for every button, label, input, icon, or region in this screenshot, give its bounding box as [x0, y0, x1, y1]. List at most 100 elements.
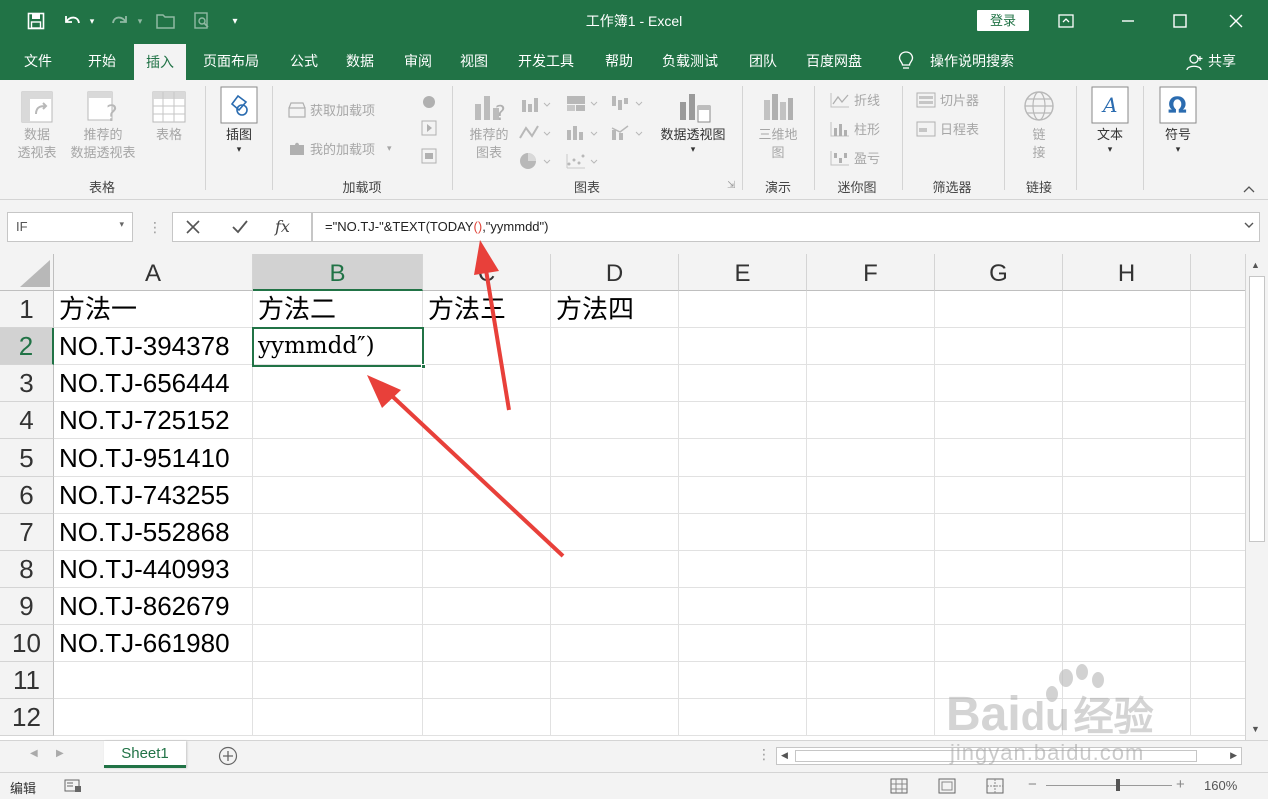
cell-b9[interactable] — [253, 588, 423, 625]
cell-c12[interactable] — [423, 699, 551, 736]
cell-b7[interactable] — [253, 514, 423, 551]
cell-f3[interactable] — [807, 365, 935, 402]
cell-e1[interactable] — [679, 291, 807, 328]
column-header-i[interactable] — [1191, 254, 1245, 291]
cell-i3[interactable] — [1191, 365, 1245, 402]
cell-a12[interactable] — [54, 699, 253, 736]
column-header-c[interactable]: C — [423, 254, 551, 291]
sparkline-column-button[interactable]: 柱形 — [830, 119, 880, 138]
cell-i9[interactable] — [1191, 588, 1245, 625]
vertical-scroll-thumb[interactable] — [1249, 276, 1265, 542]
cell-g11[interactable] — [935, 662, 1063, 699]
cell-e2[interactable] — [679, 328, 807, 365]
cell-d6[interactable] — [551, 477, 679, 514]
cell-b4[interactable] — [253, 402, 423, 439]
cell-a3[interactable]: NO.TJ-656444 — [54, 365, 253, 402]
name-box[interactable]: IF ▾ — [7, 212, 133, 242]
row-header-9[interactable]: 9 — [0, 588, 54, 625]
scatter-chart-icon[interactable] — [565, 152, 599, 173]
horizontal-scroll-thumb[interactable] — [795, 750, 1197, 762]
cell-c9[interactable] — [423, 588, 551, 625]
redo-dropdown-icon[interactable]: ▾ — [134, 8, 146, 34]
visio-icon[interactable] — [420, 148, 438, 167]
cell-a2[interactable]: NO.TJ-394378 — [54, 328, 253, 365]
cell-e11[interactable] — [679, 662, 807, 699]
insert-function-icon[interactable]: fx — [275, 217, 290, 236]
vertical-scrollbar[interactable]: ▲ ▼ — [1245, 254, 1268, 740]
cell-a11[interactable] — [54, 662, 253, 699]
zoom-slider-thumb[interactable] — [1116, 779, 1120, 791]
redo-icon[interactable] — [108, 8, 132, 34]
cell-e5[interactable] — [679, 439, 807, 477]
cell-c4[interactable] — [423, 402, 551, 439]
cell-g8[interactable] — [935, 551, 1063, 588]
zoom-in-icon[interactable]: + — [1176, 776, 1185, 793]
tab-developer[interactable]: 开发工具 — [518, 42, 574, 80]
column-header-f[interactable]: F — [807, 254, 935, 291]
cancel-formula-icon[interactable] — [185, 219, 201, 238]
cell-g6[interactable] — [935, 477, 1063, 514]
cell-f6[interactable] — [807, 477, 935, 514]
cell-i1[interactable] — [1191, 291, 1245, 328]
cell-b6[interactable] — [253, 477, 423, 514]
charts-dialog-launcher-icon[interactable]: ⇲ — [727, 180, 735, 191]
cell-g9[interactable] — [935, 588, 1063, 625]
row-header-11[interactable]: 11 — [0, 662, 54, 699]
get-addins-button[interactable]: 获取加载项 — [288, 100, 375, 119]
zoom-out-icon[interactable]: − — [1028, 776, 1037, 793]
cell-f9[interactable] — [807, 588, 935, 625]
ribbon-display-options-icon[interactable] — [1047, 6, 1085, 36]
sparkline-line-button[interactable]: 折线 — [830, 90, 880, 109]
cell-e8[interactable] — [679, 551, 807, 588]
sheet-next-icon[interactable]: ▶ — [56, 748, 64, 759]
cell-h11[interactable] — [1063, 662, 1191, 699]
cell-g5[interactable] — [935, 439, 1063, 477]
scroll-down-icon[interactable]: ▼ — [1251, 724, 1260, 734]
cell-h12[interactable] — [1063, 699, 1191, 736]
column-header-a[interactable]: A — [54, 254, 253, 291]
cell-h5[interactable] — [1063, 439, 1191, 477]
cell-i8[interactable] — [1191, 551, 1245, 588]
cell-f4[interactable] — [807, 402, 935, 439]
cell-d1[interactable]: 方法四 — [551, 291, 679, 328]
cell-g1[interactable] — [935, 291, 1063, 328]
waterfall-chart-icon[interactable] — [610, 94, 644, 115]
cell-d9[interactable] — [551, 588, 679, 625]
cell-g4[interactable] — [935, 402, 1063, 439]
cell-i6[interactable] — [1191, 477, 1245, 514]
cell-d3[interactable] — [551, 365, 679, 402]
row-header-6[interactable]: 6 — [0, 477, 54, 514]
customize-qat-icon[interactable]: ▾ — [228, 8, 242, 34]
cell-b5[interactable] — [253, 439, 423, 477]
split-grip-icon[interactable]: ⋮ — [757, 746, 771, 763]
open-folder-icon[interactable] — [154, 8, 178, 34]
cell-h10[interactable] — [1063, 625, 1191, 662]
cell-h1[interactable] — [1063, 291, 1191, 328]
scroll-up-icon[interactable]: ▲ — [1251, 260, 1260, 270]
expand-formula-bar-icon[interactable] — [1243, 219, 1255, 234]
macro-record-icon[interactable] — [64, 778, 82, 797]
column-header-h[interactable]: H — [1063, 254, 1191, 291]
table-button[interactable]: 表格 — [146, 90, 192, 144]
cell-i4[interactable] — [1191, 402, 1245, 439]
tab-home[interactable]: 开始 — [88, 42, 116, 80]
undo-dropdown-icon[interactable]: ▾ — [86, 8, 98, 34]
close-icon[interactable] — [1217, 6, 1255, 36]
maximize-icon[interactable] — [1161, 6, 1199, 36]
cell-b3[interactable] — [253, 365, 423, 402]
cell-e7[interactable] — [679, 514, 807, 551]
add-sheet-icon[interactable] — [218, 746, 238, 769]
recommended-charts-button[interactable]: ? 推荐的 图表 — [463, 90, 515, 162]
hierarchy-chart-icon[interactable] — [565, 94, 599, 115]
bing-maps-icon[interactable] — [420, 120, 438, 139]
cell-b8[interactable] — [253, 551, 423, 588]
sparkline-winloss-button[interactable]: 盈亏 — [830, 148, 880, 167]
cell-c7[interactable] — [423, 514, 551, 551]
cell-d12[interactable] — [551, 699, 679, 736]
cell-h6[interactable] — [1063, 477, 1191, 514]
print-preview-icon[interactable] — [190, 8, 214, 34]
select-all-button[interactable] — [0, 254, 54, 291]
cell-a5[interactable]: NO.TJ-951410 — [54, 439, 253, 477]
cell-b10[interactable] — [253, 625, 423, 662]
minimize-icon[interactable] — [1109, 6, 1147, 36]
